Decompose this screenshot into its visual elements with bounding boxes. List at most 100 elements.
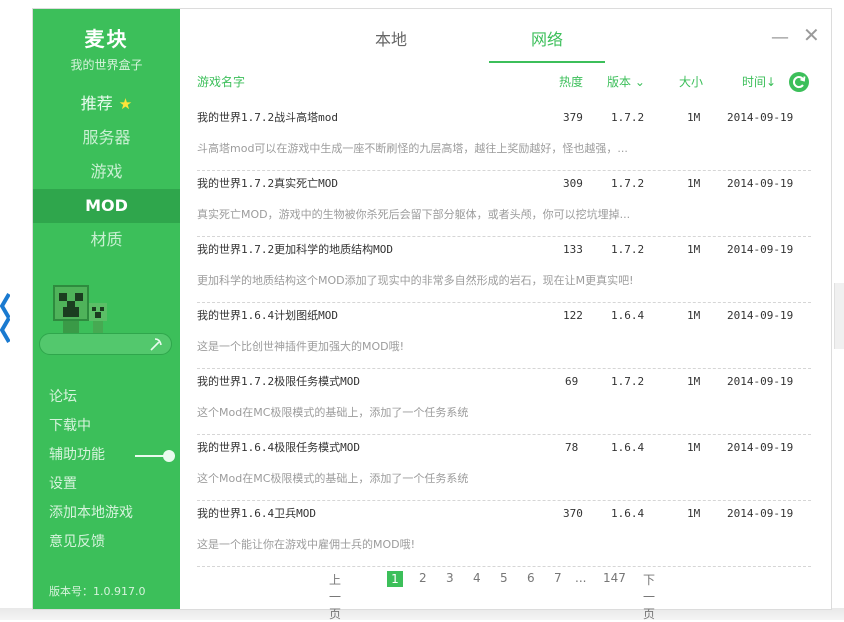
link-feedback[interactable]: 意见反馈 <box>49 528 165 557</box>
mod-title[interactable]: 我的世界1.7.2更加科学的地质结构MOD <box>197 241 393 257</box>
page-1[interactable]: 1 <box>387 571 403 587</box>
col-name[interactable]: 游戏名字 <box>197 73 245 90</box>
mod-date: 2014-09-19 <box>727 309 794 322</box>
col-heat[interactable]: 热度 <box>559 73 583 90</box>
page-last[interactable]: 147 <box>603 571 626 585</box>
mod-heat: 78 <box>565 441 579 454</box>
brand: 麦块 我的世界盒子 <box>33 23 180 73</box>
creeper-mascot-icon <box>53 285 107 339</box>
col-size[interactable]: 大小 <box>679 73 703 90</box>
sidebar-item-textures[interactable]: 材质 <box>33 223 180 257</box>
mod-version: 1.6.4 <box>611 309 645 322</box>
sidebar-item-recommend[interactable]: 推荐 ★ <box>33 87 180 121</box>
mod-date: 2014-09-19 <box>727 375 794 388</box>
mod-date: 2014-09-19 <box>727 507 794 520</box>
app-window: 麦块 我的世界盒子 推荐 ★ 服务器 游戏 MOD 材质 论坛 下载中 辅助功能… <box>32 8 832 621</box>
link-add-local-game[interactable]: 添加本地游戏 <box>49 499 165 528</box>
mod-size: 1M <box>687 243 701 256</box>
mod-version: 1.7.2 <box>611 177 645 190</box>
table-row[interactable]: 我的世界1.7.2更加科学的地质结构MOD 133 1.7.2 1M 2014-… <box>197 237 811 303</box>
table-row[interactable]: 我的世界1.7.2真实死亡MOD 309 1.7.2 1M 2014-09-19… <box>197 171 811 237</box>
mod-description: 这是一个能让你在游戏中雇佣士兵的MOD哦! <box>197 538 416 551</box>
sidebar-item-label: 游戏 <box>90 162 123 181</box>
link-assist-label: 辅助功能 <box>49 447 105 463</box>
chevron-down-icon: ⌄ <box>634 75 645 89</box>
mod-title[interactable]: 我的世界1.7.2真实死亡MOD <box>197 175 338 191</box>
sidebar-item-servers[interactable]: 服务器 <box>33 121 180 155</box>
mod-heat: 69 <box>565 375 579 388</box>
mod-title[interactable]: 我的世界1.6.4极限任务模式MOD <box>197 439 360 455</box>
tab-network[interactable]: 网络 <box>489 25 605 63</box>
sidebar-item-label: MOD <box>85 196 128 215</box>
sidebar-item-label: 推荐 <box>80 94 113 113</box>
table-row[interactable]: 我的世界1.6.4卫兵MOD 370 1.6.4 1M 2014-09-19 这… <box>197 501 811 567</box>
page-ellipsis: ... <box>575 571 587 585</box>
mod-size: 1M <box>687 309 701 322</box>
page-3[interactable]: 3 <box>446 571 454 585</box>
sidebar-item-label: 服务器 <box>82 128 131 147</box>
next-page-button[interactable]: 下一页 <box>643 571 655 622</box>
brand-subtitle: 我的世界盒子 <box>70 58 143 72</box>
mod-heat: 122 <box>563 309 583 322</box>
mod-heat: 379 <box>563 111 583 124</box>
sidebar-item-label: 材质 <box>90 230 123 249</box>
mod-date: 2014-09-19 <box>727 111 794 124</box>
table-row[interactable]: 我的世界1.7.2战斗高塔mod 379 1.7.2 1M 2014-09-19… <box>197 105 811 171</box>
page-5[interactable]: 5 <box>500 571 508 585</box>
mod-version: 1.6.4 <box>611 507 645 520</box>
mod-size: 1M <box>687 507 701 520</box>
mod-size: 1M <box>687 375 701 388</box>
page-7[interactable]: 7 <box>554 571 562 585</box>
mod-date: 2014-09-19 <box>727 243 794 256</box>
left-arrow-icon[interactable] <box>0 288 10 346</box>
mod-version: 1.7.2 <box>611 111 645 124</box>
mod-version: 1.6.4 <box>611 441 645 454</box>
right-panel-edge <box>834 283 844 349</box>
mod-date: 2014-09-19 <box>727 177 794 190</box>
mod-description: 这个Mod在MC极限模式的基础上，添加了一个任务系统 <box>197 406 469 419</box>
search-input[interactable] <box>39 333 172 355</box>
mod-heat: 370 <box>563 507 583 520</box>
mod-list: 我的世界1.7.2战斗高塔mod 379 1.7.2 1M 2014-09-19… <box>197 105 811 567</box>
sidebar-item-mod[interactable]: MOD <box>33 189 180 223</box>
mod-description: 更加科学的地质结构这个MOD添加了现实中的非常多自然形成的岩石，现在让M更真实吧… <box>197 274 634 287</box>
list-header: 游戏名字 热度 版本 ⌄ 大小 时间↓ <box>197 71 811 95</box>
table-row[interactable]: 我的世界1.6.4极限任务模式MOD 78 1.6.4 1M 2014-09-1… <box>197 435 811 501</box>
assist-toggle[interactable] <box>135 450 175 462</box>
mod-description: 这个Mod在MC极限模式的基础上，添加了一个任务系统 <box>197 472 469 485</box>
sidebar-nav: 推荐 ★ 服务器 游戏 MOD 材质 <box>33 87 180 257</box>
refresh-icon[interactable] <box>788 71 810 93</box>
mod-size: 1M <box>687 441 701 454</box>
mod-title[interactable]: 我的世界1.7.2极限任务模式MOD <box>197 373 360 389</box>
mod-heat: 133 <box>563 243 583 256</box>
mod-title[interactable]: 我的世界1.6.4计划图纸MOD <box>197 307 338 323</box>
sidebar-links: 论坛 下载中 辅助功能 设置 添加本地游戏 意见反馈 <box>49 383 175 557</box>
mod-description: 斗高塔mod可以在游戏中生成一座不断刷怪的九层高塔，越往上奖励越好，怪也越强，.… <box>197 142 628 155</box>
mod-size: 1M <box>687 177 701 190</box>
table-row[interactable]: 我的世界1.6.4计划图纸MOD 122 1.6.4 1M 2014-09-19… <box>197 303 811 369</box>
col-version-label: 版本 <box>607 75 632 89</box>
sidebar-item-games[interactable]: 游戏 <box>33 155 180 189</box>
mod-description: 这是一个比创世神插件更加强大的MOD哦! <box>197 340 405 353</box>
mod-version: 1.7.2 <box>611 375 645 388</box>
mod-size: 1M <box>687 111 701 124</box>
link-assist[interactable]: 辅助功能 <box>49 441 175 470</box>
link-settings[interactable]: 设置 <box>49 470 165 499</box>
star-icon: ★ <box>118 95 133 113</box>
page-4[interactable]: 4 <box>473 571 481 585</box>
mod-title[interactable]: 我的世界1.6.4卫兵MOD <box>197 505 316 521</box>
close-icon[interactable]: ✕ <box>803 23 820 47</box>
col-time[interactable]: 时间↓ <box>742 73 776 90</box>
tab-local[interactable]: 本地 <box>333 25 449 61</box>
mod-title[interactable]: 我的世界1.7.2战斗高塔mod <box>197 109 338 125</box>
page-2[interactable]: 2 <box>419 571 427 585</box>
minimize-icon[interactable]: — <box>771 27 789 48</box>
link-forum[interactable]: 论坛 <box>49 383 165 412</box>
mod-heat: 309 <box>563 177 583 190</box>
link-downloading[interactable]: 下载中 <box>49 412 165 441</box>
pickaxe-search-icon[interactable] <box>149 337 163 351</box>
table-row[interactable]: 我的世界1.7.2极限任务模式MOD 69 1.7.2 1M 2014-09-1… <box>197 369 811 435</box>
col-version[interactable]: 版本 ⌄ <box>607 73 645 90</box>
prev-page-button[interactable]: 上一页 <box>329 571 341 622</box>
page-6[interactable]: 6 <box>527 571 535 585</box>
